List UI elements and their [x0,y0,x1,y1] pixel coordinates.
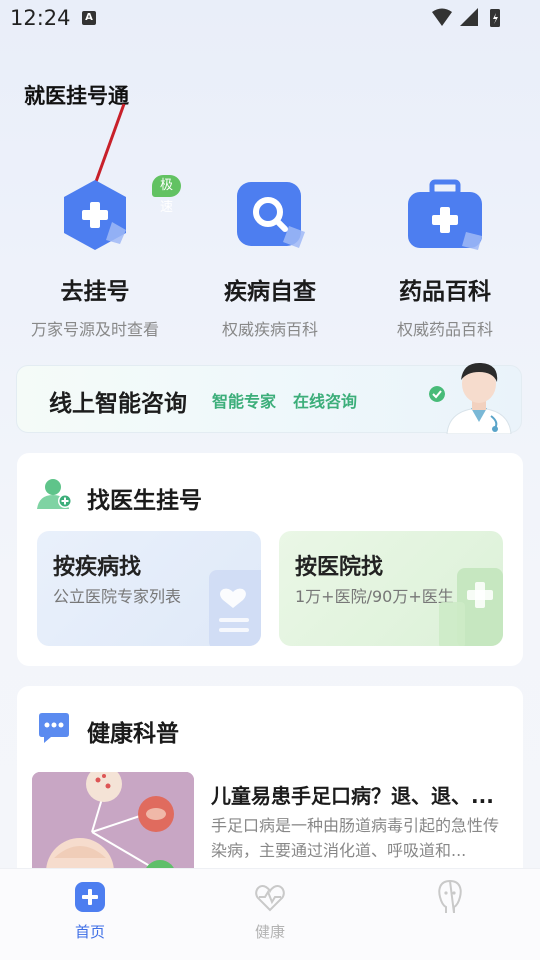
find-doctor-card: 找医生挂号 按疾病找 公立医院专家列表 按医院找 1万+医院/90万+医生 [17,453,523,666]
sub-card-desc: 公立医院专家列表 [53,587,182,606]
article-title[interactable]: 儿童易患手足口病？退、退、... [211,780,511,809]
feature-self-check[interactable]: 疾病自查 权威疾病百科 [180,170,360,339]
hexagon-plus-icon: 极速 [50,170,182,260]
feature-register[interactable]: 极速 去挂号 万家号源及时查看 [5,170,185,339]
tab-home[interactable]: 首页 [0,869,180,960]
tab-label: 首页 [74,923,105,941]
sub-card-title: 按医院找 [295,555,384,580]
medicine-kit-icon [400,170,490,260]
feature-title: 去挂号 [60,279,130,305]
chat-bubble-icon [39,713,69,743]
status-time: 12:24 [10,6,71,30]
doctor-icon [37,479,72,509]
heart-pulse-icon [255,885,285,912]
consult-banner[interactable]: 线上智能咨询 智能专家 在线咨询 [16,362,522,434]
feature-title: 药品百科 [399,279,491,305]
bottom-nav: 首页 健康 [0,868,540,960]
signal-icon [460,8,478,26]
wifi-icon [432,8,452,26]
sub-card-desc: 1万+医院/90万+医生 [295,587,454,606]
notification-icon: A [82,11,96,25]
search-icon [225,170,315,260]
status-bar: 12:24 A [0,0,540,36]
health-science-title: 健康科普 [87,721,179,747]
consult-title: 线上智能咨询 [49,391,187,417]
find-by-hospital-button[interactable]: 按医院找 1万+医院/90万+医生 [279,531,503,646]
home-plus-icon [75,882,105,912]
find-doctor-title: 找医生挂号 [87,488,202,514]
consult-tag: 在线咨询 [293,392,358,411]
hospital-building-icon [439,568,503,646]
sub-card-title: 按疾病找 [53,555,142,580]
feature-subtitle: 权威疾病百科 [221,320,318,339]
heart-clipboard-icon [209,570,261,646]
consult-tag: 智能专家 [212,392,277,411]
health-science-card: 健康科普 儿童易患手足口病？退、退、... 手足口病是一种由肠道病毒引起的急性传… [17,686,523,886]
feature-subtitle: 万家号源及时查看 [30,320,159,339]
find-by-disease-button[interactable]: 按疾病找 公立医院专家列表 [37,531,261,646]
tab-profile[interactable] [360,869,540,960]
fast-badge: 极速 [152,175,182,215]
feature-subtitle: 权威药品百科 [396,320,493,339]
doctor-avatar [446,362,512,434]
feature-title: 疾病自查 [224,279,316,305]
profile-icon [438,879,462,913]
tab-health[interactable]: 健康 [180,869,360,960]
annotation-label: 就医挂号通 [24,84,129,108]
status-icons [432,8,500,27]
feature-medicine[interactable]: 药品百科 权威药品百科 [355,170,535,339]
tab-label: 健康 [254,923,285,941]
article-desc: 手足口病是一种由肠道病毒引起的急性传染病，主要通过消化道、呼吸道和... [211,816,500,860]
